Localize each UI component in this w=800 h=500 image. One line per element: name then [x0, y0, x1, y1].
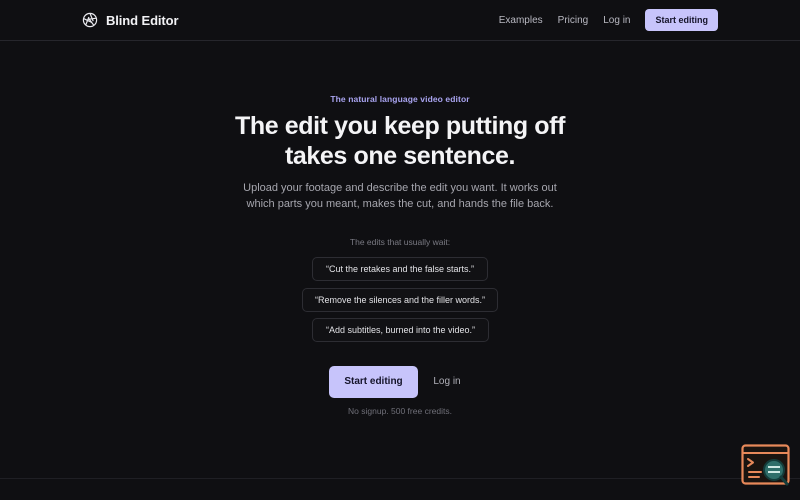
hero-title: The edit you keep putting off takes one … [150, 111, 650, 171]
edit-example-chip: “Cut the retakes and the false starts.” [312, 257, 488, 281]
aperture-icon [82, 12, 98, 28]
nav-link-examples[interactable]: Examples [499, 15, 543, 26]
hero-subtitle-line-2: which parts you meant, makes the cut, an… [246, 198, 554, 210]
nav-link-login[interactable]: Log in [603, 15, 630, 26]
edits-label: The edits that usually wait: [349, 237, 451, 247]
signup-note: No signup. 500 free credits. [348, 406, 452, 416]
nav-link-pricing[interactable]: Pricing [558, 15, 589, 26]
header-start-editing-button[interactable]: Start editing [645, 9, 718, 31]
hero-subtitle: Upload your footage and describe the edi… [230, 180, 570, 212]
edit-example-chip: “Add subtitles, burned into the video.” [312, 318, 489, 342]
terminal-search-widget[interactable] [741, 444, 791, 488]
hero-subtitle-line-1: Upload your footage and describe the edi… [243, 182, 557, 194]
footer-divider [0, 478, 800, 479]
hero-start-editing-button[interactable]: Start editing [329, 366, 418, 398]
hero-eyebrow: The natural language video editor [330, 94, 470, 104]
edit-example-chip: “Remove the silences and the filler word… [302, 288, 498, 312]
landing-page: Blind Editor Examples Pricing Log in Sta… [0, 0, 800, 500]
main-nav: Examples Pricing Log in Start editing [499, 9, 718, 31]
terminal-search-icon [741, 444, 790, 486]
brand-name: Blind Editor [106, 12, 179, 28]
hero-title-line-1: The edit you keep putting off [234, 112, 566, 140]
site-header: Blind Editor Examples Pricing Log in Sta… [0, 0, 800, 41]
hero-title-line-2: takes one sentence. [284, 142, 515, 170]
hero-login-link[interactable]: Log in [427, 366, 467, 398]
brand-link[interactable]: Blind Editor [82, 11, 179, 29]
